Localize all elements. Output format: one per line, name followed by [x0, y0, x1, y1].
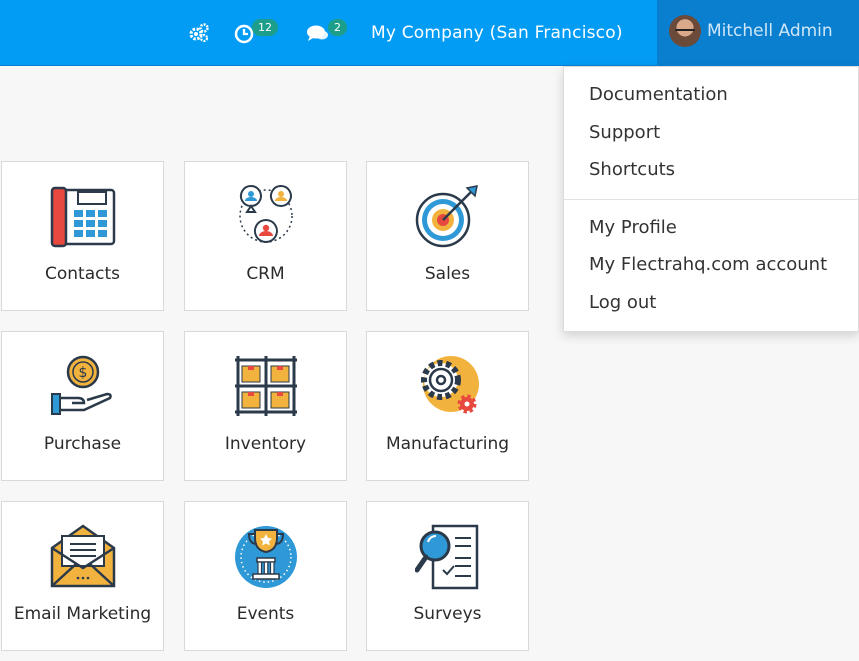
menu-item-shortcuts[interactable]: Shortcuts [589, 159, 675, 180]
menu-item-log-out[interactable]: Log out [589, 292, 656, 313]
purchase-hand-coin-icon: $ [50, 355, 112, 415]
company-switcher[interactable]: My Company (San Francisco) [371, 0, 623, 66]
crm-people-icon [238, 185, 293, 243]
top-navbar: 12 2 My Company (San Francisco) Mitchell… [0, 0, 859, 66]
app-label: Inventory [224, 434, 307, 454]
app-tile-contacts[interactable]: Contacts [1, 161, 164, 311]
app-tile-surveys[interactable]: Surveys [366, 501, 529, 651]
app-tile-crm[interactable]: CRM [184, 161, 347, 311]
user-name: Mitchell Admin [707, 21, 833, 41]
email-envelope-icon [50, 524, 115, 588]
app-label: CRM [246, 264, 285, 284]
app-label: Events [236, 604, 295, 624]
app-tile-events[interactable]: Events [184, 501, 347, 651]
app-label: Purchase [43, 434, 122, 454]
svg-text:$: $ [78, 365, 87, 381]
menu-item-account[interactable]: My Flectrahq.com account [589, 254, 827, 275]
activity-clock-icon[interactable] [234, 0, 256, 66]
app-label: Surveys [413, 604, 482, 624]
app-label: Email Marketing [13, 604, 152, 624]
menu-item-documentation[interactable]: Documentation [589, 84, 728, 105]
menu-item-my-profile[interactable]: My Profile [589, 217, 677, 238]
events-trophy-icon [234, 526, 297, 588]
surveys-clipboard-icon [414, 524, 478, 590]
menu-divider [564, 199, 858, 200]
app-tile-sales[interactable]: Sales [366, 161, 529, 311]
messages-chat-icon[interactable] [306, 0, 330, 66]
app-tile-purchase[interactable]: $ Purchase [1, 331, 164, 481]
inventory-shelf-icon [234, 356, 297, 416]
sales-target-icon [415, 185, 478, 248]
manufacturing-gears-icon [420, 356, 479, 414]
debug-gears-icon[interactable] [188, 0, 210, 66]
app-tile-manufacturing[interactable]: Manufacturing [366, 331, 529, 481]
messages-count-badge: 2 [328, 19, 347, 36]
avatar [669, 15, 701, 47]
activity-count-badge: 12 [252, 19, 278, 36]
app-label: Contacts [45, 264, 120, 284]
app-label: Sales [424, 264, 471, 284]
user-dropdown-menu: Documentation Support Shortcuts My Profi… [563, 66, 859, 332]
user-menu-toggle[interactable]: Mitchell Admin [657, 0, 859, 66]
app-tile-inventory[interactable]: Inventory [184, 331, 347, 481]
app-label: Manufacturing [385, 434, 510, 454]
app-tile-email-marketing[interactable]: Email Marketing [1, 501, 164, 651]
menu-item-support[interactable]: Support [589, 122, 660, 143]
contacts-phone-icon [50, 186, 115, 248]
